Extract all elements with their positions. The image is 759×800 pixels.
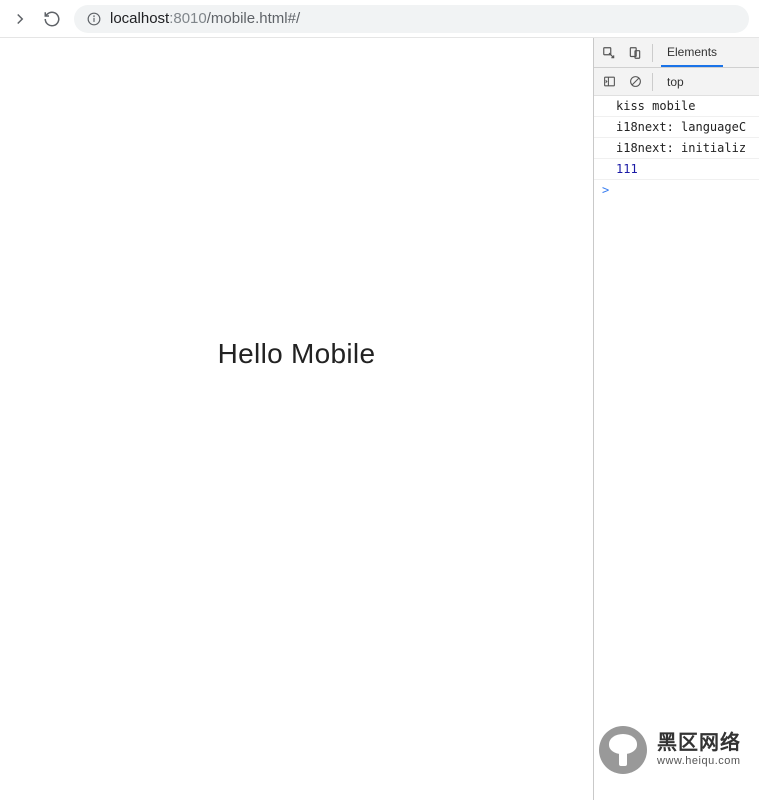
console-prompt[interactable]: >: [594, 180, 759, 200]
console-message: kiss mobile: [594, 96, 759, 117]
reload-button[interactable]: [42, 9, 62, 29]
console-message: i18next: languageC: [594, 117, 759, 138]
console-message: 111: [594, 159, 759, 180]
page-heading: Hello Mobile: [218, 338, 376, 370]
browser-address-bar: localhost:8010/mobile.html#/: [0, 0, 759, 38]
console-output[interactable]: kiss mobile i18next: languageC i18next: …: [594, 96, 759, 800]
devtools-separator: [652, 44, 653, 62]
url-input[interactable]: localhost:8010/mobile.html#/: [74, 5, 749, 33]
page-viewport: Hello Mobile: [0, 38, 593, 800]
forward-button[interactable]: [10, 9, 30, 29]
inspect-element-icon[interactable]: [600, 44, 618, 62]
console-sidebar-toggle-icon[interactable]: [600, 73, 618, 91]
console-context-selector[interactable]: top: [661, 75, 690, 89]
device-toggle-icon[interactable]: [626, 44, 644, 62]
url-port: :8010: [169, 10, 207, 27]
console-toolbar: top: [594, 68, 759, 96]
site-info-icon[interactable]: [86, 11, 102, 27]
tab-elements[interactable]: Elements: [661, 38, 723, 67]
devtools-panel: Elements top kiss mobile i18next:: [593, 38, 759, 800]
watermark-text: 黑区网络 www.heiqu.com: [657, 731, 741, 768]
url-host: localhost: [110, 10, 169, 27]
watermark-title: 黑区网络: [657, 731, 741, 755]
mushroom-icon: [599, 726, 647, 774]
console-separator: [652, 73, 653, 91]
console-message: i18next: initializ: [594, 138, 759, 159]
url-text: localhost:8010/mobile.html#/: [110, 10, 300, 27]
devtools-tabbar: Elements: [594, 38, 759, 68]
clear-console-icon[interactable]: [626, 73, 644, 91]
watermark-subtitle: www.heiqu.com: [657, 755, 741, 768]
main-area: Hello Mobile Elements: [0, 38, 759, 800]
url-path: /mobile.html#/: [207, 10, 300, 27]
watermark: 黑区网络 www.heiqu.com: [599, 726, 741, 774]
